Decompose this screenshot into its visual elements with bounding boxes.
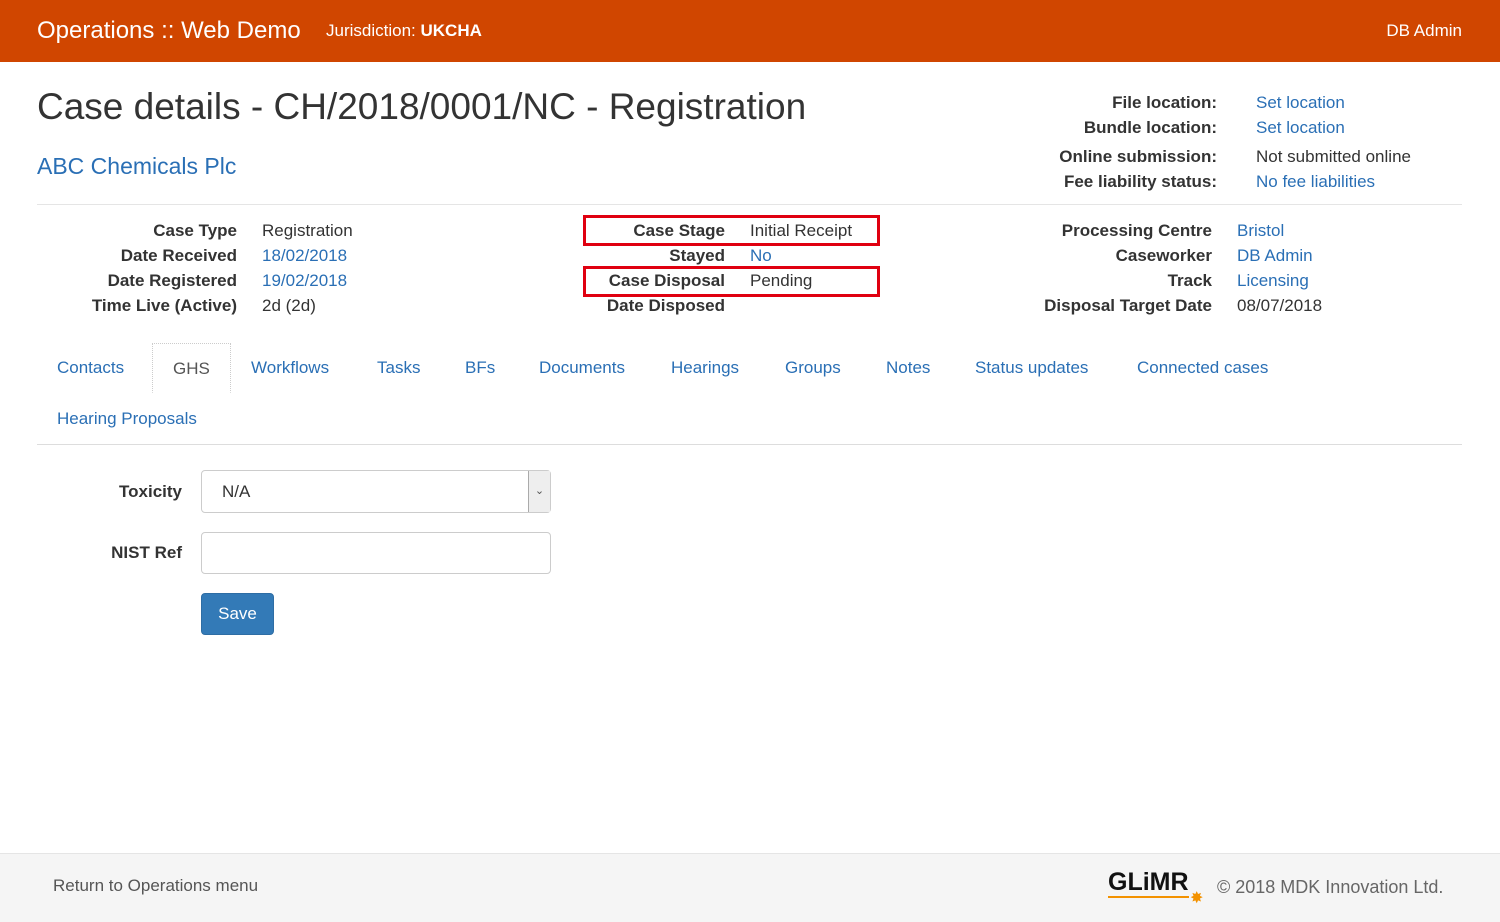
footer: Return to Operations menu GLiMR ✸ © 2018…	[0, 853, 1500, 922]
tab-documents[interactable]: Documents	[519, 343, 645, 393]
info-row: Date Disposed	[525, 293, 852, 318]
return-link[interactable]: Return to Operations menu	[53, 876, 258, 896]
info-value[interactable]: Licensing	[1237, 268, 1309, 293]
meta-label: Online submission:	[1059, 147, 1217, 166]
info-label: Date Registered	[107, 271, 237, 290]
info-value: 2d (2d)	[262, 296, 316, 315]
meta-label: Fee liability status:	[1063, 172, 1217, 191]
info-label: Date Disposed	[606, 296, 725, 315]
info-row: Case Disposal Pending	[525, 268, 852, 293]
info-label: Case Type	[153, 221, 237, 240]
page-title: Case details - CH/2018/0001/NC - Registr…	[37, 86, 807, 127]
tab-groups[interactable]: Groups	[765, 343, 861, 393]
info-label: Stayed	[669, 246, 725, 265]
tab-contacts[interactable]: Contacts	[37, 343, 144, 393]
company-link[interactable]: ABC Chemicals Plc	[37, 153, 236, 180]
tab-bfs[interactable]: BFs	[445, 343, 515, 393]
case-meta: File location: Set location Bundle locatio…	[980, 90, 1411, 194]
glimr-logo: GLiMR	[1108, 868, 1189, 898]
info-label: Time Live (Active)	[91, 296, 237, 315]
case-info-col1: Case Type Registration Date Received 18/02/…	[37, 218, 353, 318]
tab-workflows[interactable]: Workflows	[231, 343, 349, 393]
info-label: Disposal Target Date	[1044, 296, 1212, 315]
meta-row: Fee liability status: No fee liabilities	[980, 169, 1411, 194]
info-row: Stayed No	[525, 243, 852, 268]
info-value[interactable]: Bristol	[1237, 218, 1284, 243]
nist-ref-label: NIST Ref	[111, 543, 182, 562]
tab-tasks[interactable]: Tasks	[357, 343, 440, 393]
jurisdiction-label: Jurisdiction:	[326, 21, 416, 40]
meta-row: Online submission: Not submitted online	[980, 144, 1411, 169]
info-label: Processing Centre	[1061, 221, 1212, 240]
nist-ref-input[interactable]	[201, 532, 551, 574]
info-value[interactable]: No	[750, 243, 772, 268]
info-row: Date Registered 19/02/2018	[37, 268, 353, 293]
meta-value[interactable]: Set location	[1256, 90, 1345, 115]
toxicity-value: N/A	[222, 482, 251, 501]
meta-value[interactable]: No fee liabilities	[1256, 169, 1375, 194]
info-value: 08/07/2018	[1237, 296, 1323, 315]
meta-value[interactable]: Set location	[1256, 115, 1345, 140]
info-row: Processing Centre Bristol	[1012, 218, 1322, 243]
info-row: Case Stage Initial Receipt	[525, 218, 852, 243]
case-tabs: Contacts GHS Workflows Tasks BFs Documents Hea…	[37, 343, 1462, 445]
info-value: Registration	[262, 221, 353, 240]
copyright: © 2018 MDK Innovation Ltd.	[1217, 877, 1444, 897]
star-icon: ✸	[1190, 890, 1204, 907]
info-label: Track	[1167, 271, 1212, 290]
info-value: Pending	[750, 271, 813, 290]
tab-notes[interactable]: Notes	[866, 343, 950, 393]
jurisdiction: Jurisdiction: UKCHA	[326, 21, 482, 41]
info-value: Initial Receipt	[750, 221, 853, 240]
meta-label: Bundle location:	[1083, 118, 1217, 137]
info-row: Caseworker DB Admin	[1012, 243, 1322, 268]
divider	[37, 204, 1462, 205]
save-button[interactable]: Save	[201, 593, 274, 635]
info-label: Case Stage	[633, 221, 725, 240]
tab-ghs[interactable]: GHS	[152, 343, 231, 393]
chevron-down-icon: ⌄	[528, 471, 550, 512]
info-value[interactable]: 19/02/2018	[262, 268, 347, 293]
tab-connected-cases[interactable]: Connected cases	[1117, 343, 1288, 393]
info-row: Disposal Target Date 08/07/2018	[1012, 293, 1322, 318]
info-row: Case Type Registration	[37, 218, 353, 243]
case-info-col3: Processing Centre Bristol Caseworker DB Adm…	[1012, 218, 1322, 318]
jurisdiction-value: UKCHA	[420, 21, 482, 40]
info-label: Caseworker	[1115, 246, 1212, 265]
info-row: Date Received 18/02/2018	[37, 243, 353, 268]
meta-value: Not submitted online	[1256, 147, 1411, 166]
info-row: Time Live (Active) 2d (2d)	[37, 293, 353, 318]
meta-row: Bundle location: Set location	[980, 115, 1411, 140]
info-value[interactable]: 18/02/2018	[262, 243, 347, 268]
info-row: Track Licensing	[1012, 268, 1322, 293]
meta-row: File location: Set location	[980, 90, 1411, 115]
toxicity-select[interactable]: N/A ⌄	[201, 470, 551, 513]
info-value[interactable]: DB Admin	[1237, 243, 1313, 268]
info-label: Date Received	[120, 246, 237, 265]
info-label: Case Disposal	[608, 271, 725, 290]
tab-hearings[interactable]: Hearings	[651, 343, 759, 393]
app-brand[interactable]: Operations :: Web Demo	[37, 17, 301, 45]
toxicity-label: Toxicity	[119, 482, 182, 501]
top-navbar: Operations :: Web Demo Jurisdiction: UKC…	[0, 0, 1500, 62]
meta-label: File location:	[1112, 93, 1217, 112]
tab-hearing-proposals[interactable]: Hearing Proposals	[37, 394, 217, 444]
tab-status-updates[interactable]: Status updates	[955, 343, 1108, 393]
case-info-col2: Case Stage Initial Receipt Stayed No Case Di…	[525, 218, 852, 318]
user-menu[interactable]: DB Admin	[1386, 21, 1462, 41]
